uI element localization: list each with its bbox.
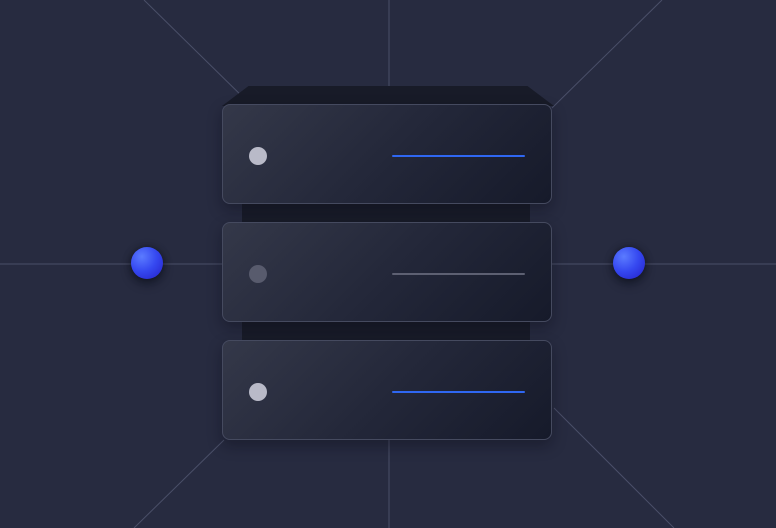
network-node-right-icon bbox=[613, 247, 645, 279]
server-unit-3 bbox=[222, 340, 552, 440]
connection-line-bottom-right bbox=[553, 407, 675, 528]
server-1-activity-bar bbox=[392, 155, 525, 157]
server-unit-2 bbox=[222, 222, 552, 322]
connection-line-top-right bbox=[551, 0, 663, 109]
server-rack-illustration bbox=[0, 0, 776, 528]
network-node-left-icon bbox=[131, 247, 163, 279]
server-3-activity-bar bbox=[392, 391, 525, 393]
connection-line-bottom-left bbox=[133, 439, 225, 528]
connection-line-top-left bbox=[143, 0, 251, 105]
server-2-status-led bbox=[249, 265, 267, 283]
server-3-status-led bbox=[249, 383, 267, 401]
server-1-status-led bbox=[249, 147, 267, 165]
rack-top-cap bbox=[222, 86, 554, 106]
server-2-activity-bar bbox=[392, 273, 525, 275]
server-unit-1 bbox=[222, 104, 552, 204]
